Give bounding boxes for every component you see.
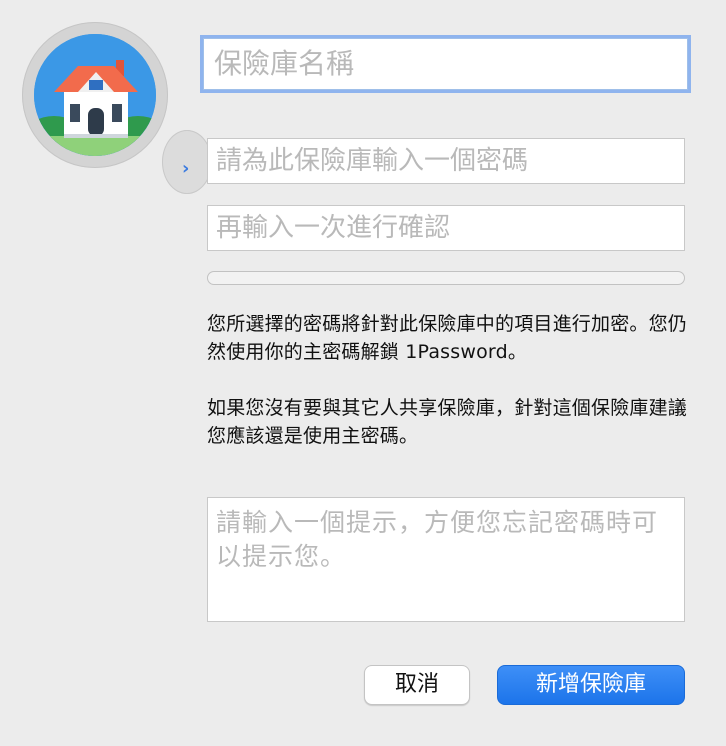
encryption-info-text: 您所選擇的密碼將針對此保險庫中的項目進行加密。您仍然使用你的主密碼解鎖 1Pas…	[207, 313, 688, 363]
house-icon	[34, 34, 156, 156]
vault-password-confirm-input[interactable]: 再輸入一次進行確認	[207, 205, 685, 251]
vault-icon-picker[interactable]: ›	[22, 22, 212, 194]
create-vault-button[interactable]: 新增保險庫	[497, 665, 685, 705]
sharing-advice-text: 如果您沒有要與其它人共享保險庫，針對這個保險庫建議您應該還是使用主密碼。	[207, 397, 688, 447]
vault-name-input[interactable]: 保險庫名稱	[203, 38, 688, 90]
cancel-button[interactable]: 取消	[364, 665, 470, 705]
chevron-right-icon[interactable]: ›	[182, 160, 189, 178]
password-strength-meter	[207, 271, 685, 285]
password-hint-input[interactable]: 請輸入一個提示，方便您忘記密碼時可以提示您。	[207, 497, 685, 622]
vault-password-input[interactable]: 請為此保險庫輸入一個密碼	[207, 138, 685, 184]
